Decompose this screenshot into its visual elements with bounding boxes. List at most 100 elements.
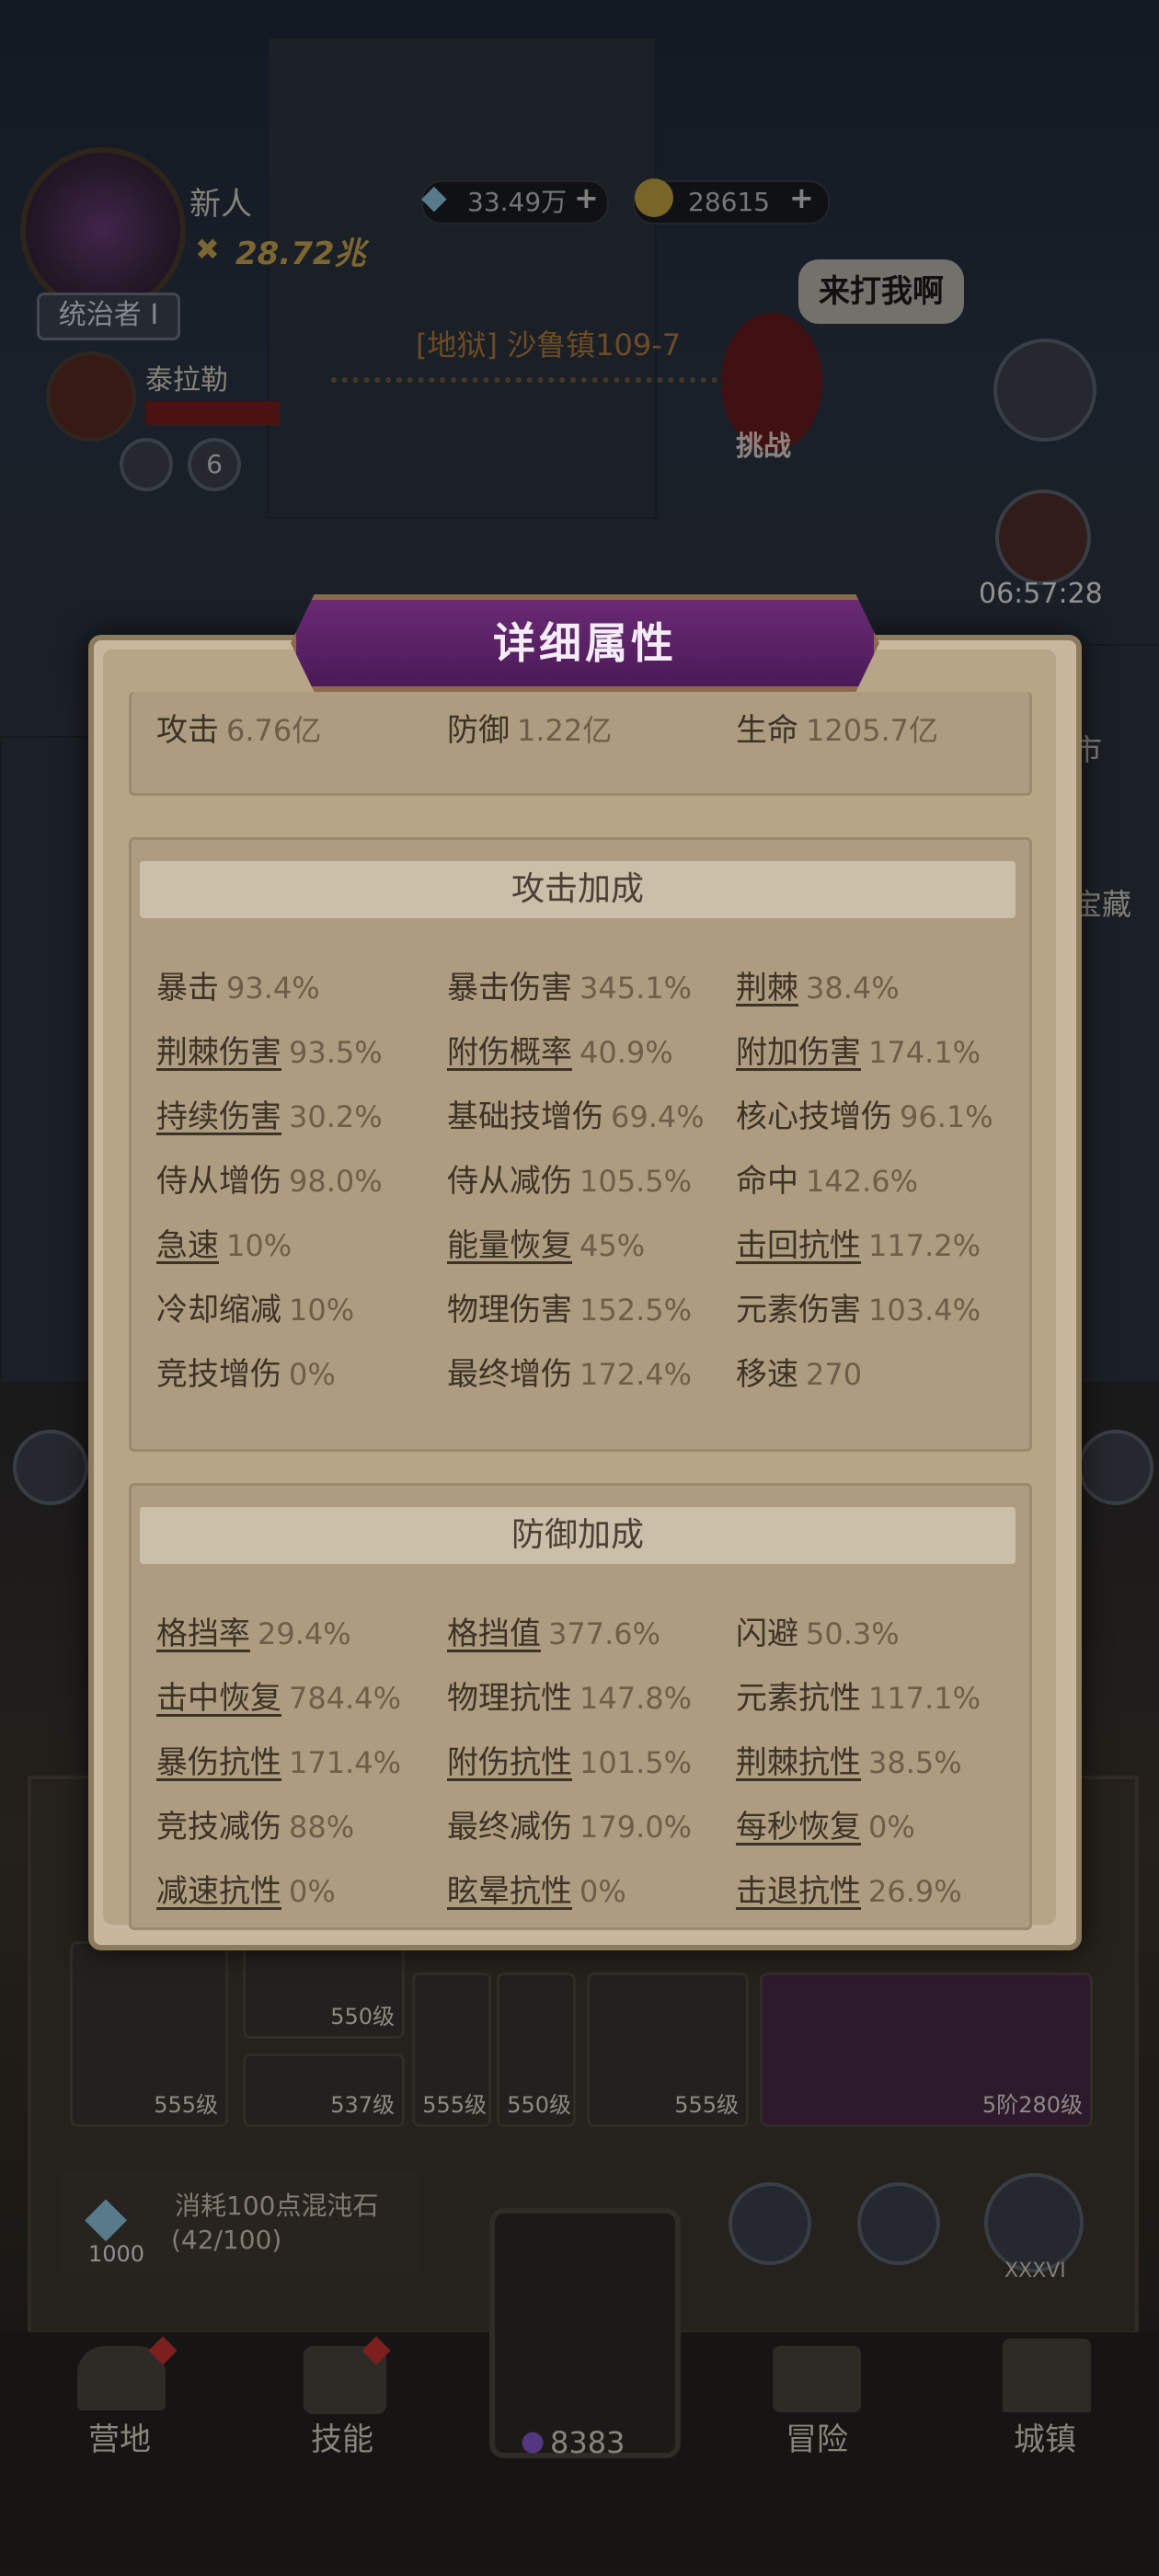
stat-label[interactable]: 附加伤害 <box>736 1034 861 1071</box>
stat-label: 防御 <box>447 712 510 749</box>
stat-value: 98.0% <box>289 1164 383 1199</box>
stat-label[interactable]: 能量恢复 <box>447 1227 572 1264</box>
stat-item[interactable]: 持续伤害 30.2% <box>156 1091 383 1136</box>
stat-label[interactable]: 荆棘伤害 <box>156 1034 281 1071</box>
stat-value: 117.2% <box>868 1228 981 1263</box>
stat-label[interactable]: 急速 <box>156 1227 219 1264</box>
stat-label[interactable]: 荆棘抗性 <box>736 1744 861 1781</box>
stat-item: 竞技增伤 0% <box>156 1349 336 1394</box>
stat-value: 0% <box>289 1357 336 1392</box>
stat-value: 179.0% <box>580 1810 693 1845</box>
stat-value: 152.5% <box>580 1293 693 1328</box>
stat-value: 50.3% <box>806 1616 900 1651</box>
stat-item[interactable]: 击中恢复 784.4% <box>156 1673 401 1718</box>
stat-item: 暴击 93.4% <box>156 962 320 1007</box>
stat-value: 45% <box>580 1228 646 1263</box>
stat-label[interactable]: 附伤概率 <box>447 1034 572 1071</box>
stat-label[interactable]: 减速抗性 <box>156 1873 281 1910</box>
stat-item: 暴击伤害 345.1% <box>447 962 692 1007</box>
stat-label[interactable]: 击中恢复 <box>156 1680 281 1717</box>
stat-value: 174.1% <box>868 1035 981 1070</box>
stat-label: 最终减伤 <box>447 1809 572 1846</box>
stat-item[interactable]: 击退抗性 26.9% <box>736 1866 962 1911</box>
stat-item[interactable]: 急速 10% <box>156 1220 292 1265</box>
stat-item: 最终减伤 179.0% <box>447 1801 692 1846</box>
stat-value: 93.4% <box>226 971 320 1006</box>
stat-value: 26.9% <box>868 1874 962 1909</box>
stat-item: 元素伤害 103.4% <box>736 1284 981 1329</box>
stat-item[interactable]: 附伤概率 40.9% <box>447 1027 673 1072</box>
stat-value: 93.5% <box>289 1035 383 1070</box>
stat-label: 核心技增伤 <box>736 1098 892 1135</box>
stat-item[interactable]: 格挡值 377.6% <box>447 1608 660 1653</box>
stat-label: 竞技减伤 <box>156 1809 281 1846</box>
defense-stats-grid: 格挡率 29.4% 格挡值 377.6% 闪避 50.3% 击中恢复 784.4% 物理抗性 14… <box>156 1608 1021 1912</box>
stat-label[interactable]: 附伤抗性 <box>447 1744 572 1781</box>
stat-item: 核心技增伤 96.1% <box>736 1091 993 1136</box>
stat-value: 38.4% <box>806 971 900 1006</box>
stat-item[interactable]: 能量恢复 45% <box>447 1220 645 1265</box>
stat-label: 攻击 <box>156 712 219 749</box>
stat-item: 移速 270 <box>736 1349 862 1394</box>
stat-label[interactable]: 荆棘 <box>736 970 798 1006</box>
stat-label: 竞技增伤 <box>156 1356 281 1393</box>
defense-bonus-header: 防御加成 <box>140 1507 1016 1564</box>
stat-label: 暴击伤害 <box>447 970 572 1006</box>
stat-label: 移速 <box>736 1356 798 1393</box>
stat-value: 1205.7亿 <box>806 713 938 748</box>
stat-value: 38.5% <box>868 1745 962 1780</box>
attack-bonus-header: 攻击加成 <box>140 861 1016 918</box>
stat-label: 物理伤害 <box>447 1292 572 1328</box>
stat-label[interactable]: 击回抗性 <box>736 1227 861 1264</box>
stat-value: 96.1% <box>900 1099 993 1134</box>
stat-value: 117.1% <box>868 1681 981 1716</box>
stat-label[interactable]: 眩晕抗性 <box>447 1873 572 1910</box>
stat-value: 147.8% <box>580 1681 693 1716</box>
stat-label: 命中 <box>736 1163 798 1200</box>
stat-label: 基础技增伤 <box>447 1098 603 1135</box>
stat-item: 冷却缩减 10% <box>156 1284 354 1329</box>
stat-item: 侍从增伤 98.0% <box>156 1156 383 1201</box>
stat-item: 命中 142.6% <box>736 1156 918 1201</box>
stat-value: 377.6% <box>548 1616 661 1651</box>
stat-item[interactable]: 附加伤害 174.1% <box>736 1027 981 1072</box>
stat-label[interactable]: 击退抗性 <box>736 1873 861 1910</box>
stat-item[interactable]: 格挡率 29.4% <box>156 1608 351 1653</box>
stat-item: 基础技增伤 69.4% <box>447 1091 705 1136</box>
stat-hp: 生命 1205.7亿 <box>736 705 938 750</box>
stat-item[interactable]: 减速抗性 0% <box>156 1866 336 1911</box>
stat-label[interactable]: 格挡值 <box>447 1616 541 1652</box>
stat-item[interactable]: 击回抗性 117.2% <box>736 1220 981 1265</box>
stat-label: 元素伤害 <box>736 1292 861 1328</box>
stat-label[interactable]: 每秒恢复 <box>736 1809 861 1846</box>
stat-item: 竞技减伤 88% <box>156 1801 354 1846</box>
stat-label: 暴击 <box>156 970 219 1006</box>
stat-value: 40.9% <box>580 1035 673 1070</box>
stat-label[interactable]: 格挡率 <box>156 1616 250 1652</box>
stat-item[interactable]: 荆棘伤害 93.5% <box>156 1027 383 1072</box>
stat-label[interactable]: 持续伤害 <box>156 1098 281 1135</box>
stat-item[interactable]: 每秒恢复 0% <box>736 1801 915 1846</box>
stat-value: 345.1% <box>580 971 693 1006</box>
attack-stats-grid: 暴击 93.4% 暴击伤害 345.1% 荆棘 38.4% 荆棘伤害 93.5% 附伤概率 40.… <box>156 962 1021 1422</box>
stat-item[interactable]: 荆棘 38.4% <box>736 962 900 1007</box>
stat-value: 29.4% <box>258 1616 351 1651</box>
stat-label: 元素抗性 <box>736 1680 861 1717</box>
stat-item[interactable]: 荆棘抗性 38.5% <box>736 1737 962 1782</box>
stat-value: 784.4% <box>289 1681 402 1716</box>
stat-value: 103.4% <box>868 1293 981 1328</box>
stat-value: 10% <box>226 1228 293 1263</box>
stat-item[interactable]: 暴伤抗性 171.4% <box>156 1737 401 1782</box>
stat-label: 侍从增伤 <box>156 1163 281 1200</box>
stat-label: 物理抗性 <box>447 1680 572 1717</box>
stat-item[interactable]: 眩晕抗性 0% <box>447 1866 626 1911</box>
stat-label[interactable]: 暴伤抗性 <box>156 1744 281 1781</box>
modal-title: 详细属性 <box>493 618 677 668</box>
attack-bonus-title: 攻击加成 <box>511 870 644 908</box>
stat-item[interactable]: 附伤抗性 101.5% <box>447 1737 692 1782</box>
stat-value: 1.22亿 <box>517 713 613 748</box>
stat-item: 物理伤害 152.5% <box>447 1284 692 1329</box>
stat-value: 270 <box>806 1357 863 1392</box>
stat-value: 69.4% <box>611 1099 705 1134</box>
stat-value: 101.5% <box>580 1745 693 1780</box>
